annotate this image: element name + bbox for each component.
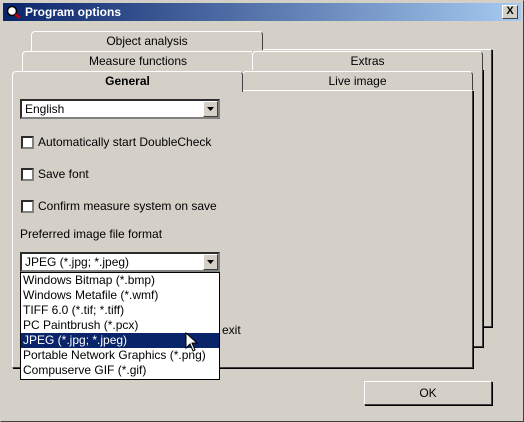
auto-start-label: Automatically start DoubleCheck	[38, 135, 212, 149]
format-option-wmf[interactable]: Windows Metafile (*.wmf)	[21, 288, 219, 303]
mouse-pointer-icon	[185, 332, 199, 352]
close-button[interactable]: X	[502, 5, 518, 19]
format-option-gif[interactable]: Compuserve GIF (*.gif)	[21, 363, 219, 378]
image-format-dropdown-button[interactable]	[203, 254, 218, 270]
partially-hidden-exit-text: exit	[222, 323, 241, 337]
auto-start-checkbox[interactable]	[21, 136, 34, 149]
preferred-format-label: Preferred image file format	[20, 227, 163, 241]
image-format-select[interactable]: JPEG (*.jpg; *.jpeg)	[20, 252, 220, 272]
language-value: English	[25, 102, 65, 116]
language-select[interactable]: English	[20, 99, 220, 119]
program-options-window: Program options X Object analysis Measur…	[0, 0, 524, 422]
confirm-measure-checkbox[interactable]	[21, 200, 34, 213]
tab-measure-functions[interactable]: Measure functions	[22, 51, 254, 70]
chevron-down-icon	[207, 260, 214, 264]
title-bar[interactable]: Program options X	[3, 3, 521, 21]
save-font-checkbox[interactable]	[21, 168, 34, 181]
app-icon	[6, 5, 21, 19]
format-option-bmp[interactable]: Windows Bitmap (*.bmp)	[21, 273, 219, 288]
image-format-dropdown-list: Windows Bitmap (*.bmp) Windows Metafile …	[20, 272, 220, 380]
language-dropdown-button[interactable]	[203, 101, 218, 117]
image-format-value: JPEG (*.jpg; *.jpeg)	[25, 255, 130, 269]
tab-live-image[interactable]: Live image	[242, 71, 473, 90]
tab-general[interactable]: General	[12, 71, 243, 92]
save-font-label: Save font	[38, 167, 89, 181]
tab-object-analysis[interactable]: Object analysis	[31, 31, 263, 50]
window-title: Program options	[25, 5, 122, 19]
format-option-pcx[interactable]: PC Paintbrush (*.pcx)	[21, 318, 219, 333]
chevron-down-icon	[207, 107, 214, 111]
tab-extras[interactable]: Extras	[252, 51, 483, 70]
format-option-tiff[interactable]: TIFF 6.0 (*.tif; *.tiff)	[21, 303, 219, 318]
confirm-measure-label: Confirm measure system on save	[38, 199, 217, 213]
ok-button[interactable]: OK	[364, 381, 492, 405]
